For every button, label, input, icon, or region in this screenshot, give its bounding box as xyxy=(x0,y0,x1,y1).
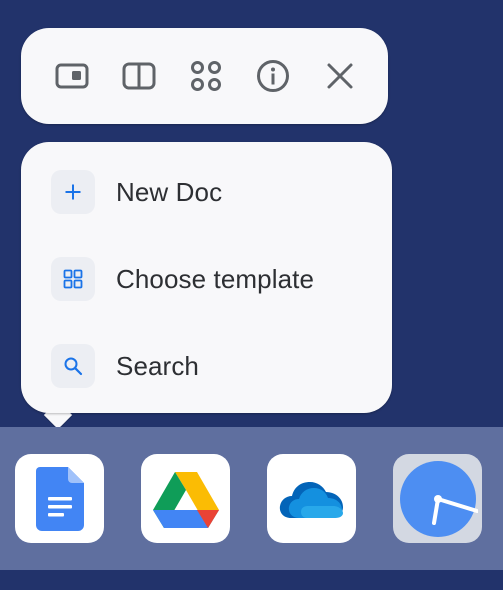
split-screen-icon xyxy=(122,62,156,90)
menu-item-choose-template[interactable]: Choose template xyxy=(51,256,314,302)
google-docs-icon xyxy=(35,466,84,531)
template-grid-icon xyxy=(51,257,95,301)
search-icon xyxy=(51,344,95,388)
pip-window-button[interactable] xyxy=(54,58,90,94)
pip-window-icon xyxy=(55,63,89,89)
google-drive-icon xyxy=(152,471,219,528)
shelf-app-onedrive[interactable] xyxy=(267,454,356,543)
menu-item-label: Search xyxy=(116,350,199,381)
split-view-button[interactable] xyxy=(121,58,157,94)
menu-item-search[interactable]: Search xyxy=(51,343,199,389)
apps-grid-icon xyxy=(191,61,221,91)
close-button[interactable] xyxy=(322,58,358,94)
shelf-app-clock[interactable] xyxy=(393,454,482,543)
clock-icon xyxy=(399,460,478,537)
close-icon xyxy=(327,63,353,89)
menu-item-new-doc[interactable]: New Doc xyxy=(51,169,222,215)
shelf-app-google-docs[interactable] xyxy=(15,454,104,543)
menu-item-label: Choose template xyxy=(116,263,315,294)
app-context-menu: New Doc Choose template Search xyxy=(21,142,392,413)
menu-item-label: New Doc xyxy=(116,176,223,207)
shelf-app-google-drive[interactable] xyxy=(141,454,230,543)
window-toolbar xyxy=(21,28,388,124)
plus-icon xyxy=(51,170,95,214)
onedrive-icon xyxy=(279,481,343,518)
apps-grid-button[interactable] xyxy=(188,58,224,94)
info-icon xyxy=(257,60,289,92)
info-button[interactable] xyxy=(255,58,291,94)
